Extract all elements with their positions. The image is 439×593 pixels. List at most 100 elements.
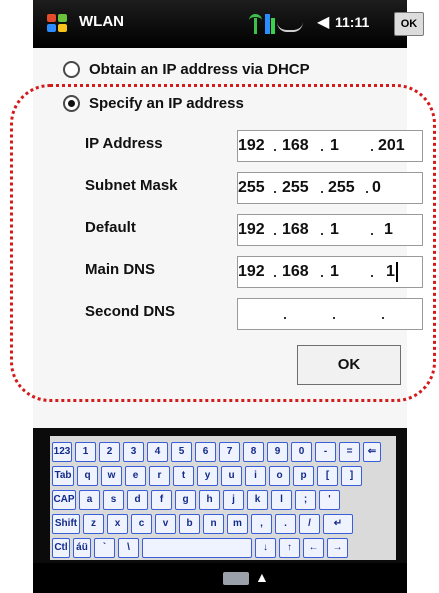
bottom-bar: ▲	[33, 563, 407, 593]
key[interactable]: /	[299, 514, 320, 534]
key[interactable]: g	[175, 490, 196, 510]
antenna-icon	[247, 12, 263, 34]
key[interactable]: 4	[147, 442, 168, 462]
main-dns-field[interactable]: 192 168 1 1	[237, 256, 423, 288]
key[interactable]: 2	[99, 442, 120, 462]
key[interactable]: 0	[291, 442, 312, 462]
windows-logo-icon[interactable]	[47, 14, 69, 34]
key[interactable]: 9	[267, 442, 288, 462]
default-gateway-field[interactable]: 192 168 1 1	[237, 214, 423, 246]
key[interactable]: \	[118, 538, 139, 558]
key[interactable]: m	[227, 514, 248, 534]
key[interactable]: q	[77, 466, 98, 486]
gw-octet-2: 168	[282, 221, 309, 238]
key[interactable]: -	[315, 442, 336, 462]
key[interactable]: .	[275, 514, 296, 534]
key[interactable]: '	[319, 490, 340, 510]
key[interactable]: 6	[195, 442, 216, 462]
static-ip-radio[interactable]	[63, 95, 80, 112]
key[interactable]: n	[203, 514, 224, 534]
gw-octet-4: 1	[384, 221, 393, 238]
key[interactable]: w	[101, 466, 122, 486]
key[interactable]: z	[83, 514, 104, 534]
key[interactable]: r	[149, 466, 170, 486]
key[interactable]: 8	[243, 442, 264, 462]
ip-address-field[interactable]: 192 168 1 201	[237, 130, 423, 162]
title-bar: WLAN ◀ 11:11 OK	[33, 0, 424, 48]
dns1-octet-3: 1	[330, 263, 339, 280]
key[interactable]: u	[221, 466, 242, 486]
key[interactable]: áü	[73, 538, 91, 558]
clock[interactable]: 11:11	[335, 14, 369, 30]
key[interactable]: →	[327, 538, 348, 558]
ip-octet-2: 168	[282, 137, 309, 154]
key[interactable]: s	[103, 490, 124, 510]
key[interactable]: 5	[171, 442, 192, 462]
key[interactable]: [	[317, 466, 338, 486]
static-ip-label[interactable]: Specify an IP address	[89, 95, 244, 112]
key[interactable]: Ctl	[52, 538, 70, 558]
key[interactable]: `	[94, 538, 115, 558]
dns1-octet-1: 192	[238, 263, 265, 280]
ip-address-label: IP Address	[85, 135, 163, 152]
key[interactable]: Shift	[52, 514, 80, 534]
mask-octet-3: 255	[328, 179, 355, 196]
key[interactable]: ↵	[323, 514, 353, 534]
key[interactable]: k	[247, 490, 268, 510]
key[interactable]: i	[245, 466, 266, 486]
key[interactable]: 1	[75, 442, 96, 462]
key[interactable]: d	[127, 490, 148, 510]
ok-button[interactable]: OK	[297, 345, 401, 385]
key[interactable]: ←	[303, 538, 324, 558]
key[interactable]: a	[79, 490, 100, 510]
mask-octet-2: 255	[282, 179, 309, 196]
key[interactable]: x	[107, 514, 128, 534]
key[interactable]: ⇐	[363, 442, 381, 462]
key[interactable]: c	[131, 514, 152, 534]
key[interactable]: y	[197, 466, 218, 486]
dhcp-label[interactable]: Obtain an IP address via DHCP	[89, 61, 310, 78]
key[interactable]: ]	[341, 466, 362, 486]
second-dns-label: Second DNS	[85, 303, 176, 320]
dhcp-radio[interactable]	[63, 61, 80, 78]
title-ok-button[interactable]: OK	[394, 12, 424, 36]
key[interactable]: Tab	[52, 466, 74, 486]
key[interactable]: b	[179, 514, 200, 534]
key[interactable]: p	[293, 466, 314, 486]
sip-arrow-icon[interactable]: ▲	[255, 569, 269, 585]
speaker-icon[interactable]: ◀	[317, 14, 335, 32]
mask-octet-4: 0	[372, 179, 381, 196]
key[interactable]: o	[269, 466, 290, 486]
key[interactable]: ↑	[279, 538, 300, 558]
key[interactable]: t	[173, 466, 194, 486]
key[interactable]: ,	[251, 514, 272, 534]
key[interactable]: ;	[295, 490, 316, 510]
key[interactable]: 7	[219, 442, 240, 462]
key-space[interactable]	[142, 538, 252, 558]
key[interactable]: 3	[123, 442, 144, 462]
gw-octet-1: 192	[238, 221, 265, 238]
key[interactable]: e	[125, 466, 146, 486]
key[interactable]: h	[199, 490, 220, 510]
key[interactable]: l	[271, 490, 292, 510]
soft-keyboard: 123 1 2 3 4 5 6 7 8 9 0- = ⇐ Tab q w e r t y u i o p[] CAP a s d f g h…	[50, 436, 396, 560]
key[interactable]: ↓	[255, 538, 276, 558]
main-dns-label: Main DNS	[85, 261, 156, 278]
key[interactable]: v	[155, 514, 176, 534]
key[interactable]: f	[151, 490, 172, 510]
ip-octet-3: 1	[330, 137, 339, 154]
key[interactable]: =	[339, 442, 360, 462]
dns1-octet-2: 168	[282, 263, 309, 280]
subnet-mask-field[interactable]: 255 255 255 0	[237, 172, 423, 204]
key[interactable]: CAP	[52, 490, 76, 510]
ip-octet-1: 192	[238, 137, 265, 154]
keyboard-icon[interactable]	[223, 572, 249, 585]
key[interactable]: 123	[52, 442, 72, 462]
default-gateway-label: Default	[85, 219, 136, 236]
second-dns-field[interactable]	[237, 298, 423, 330]
network-icon[interactable]	[265, 12, 305, 36]
key[interactable]: j	[223, 490, 244, 510]
mask-octet-1: 255	[238, 179, 265, 196]
gw-octet-3: 1	[330, 221, 339, 238]
subnet-mask-label: Subnet Mask	[85, 177, 178, 194]
